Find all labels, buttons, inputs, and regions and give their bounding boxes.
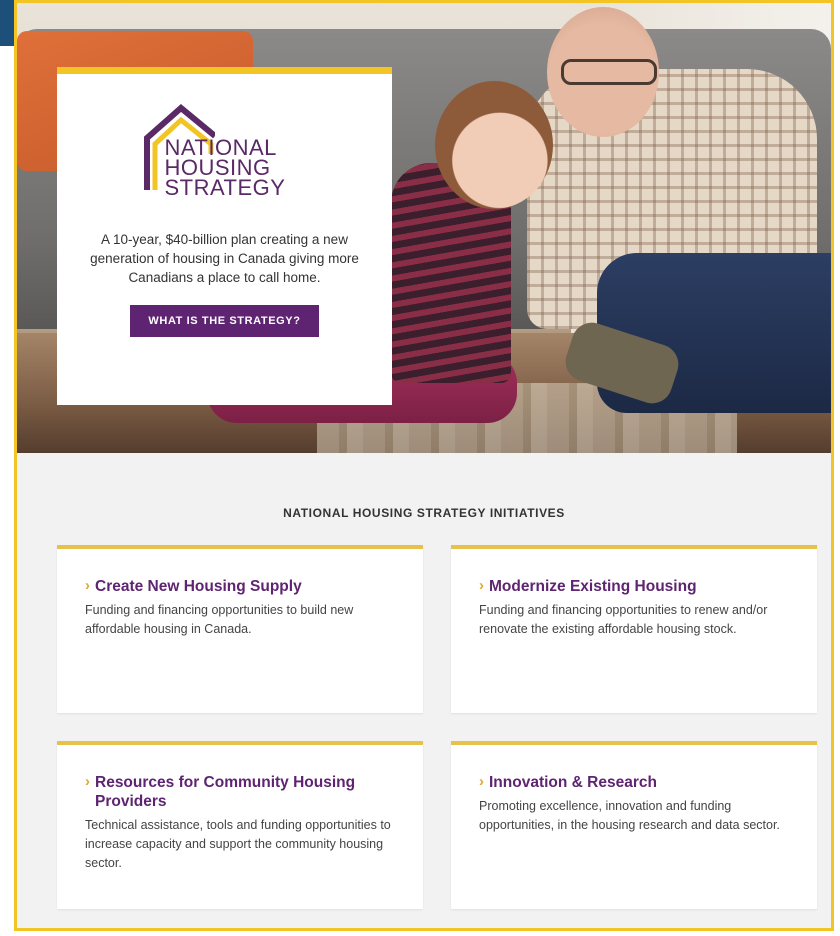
national-housing-strategy-logo[interactable]: NATIONAL HOUSING STRATEGY [135,98,315,214]
card-description: Promoting excellence, innovation and fun… [479,799,780,832]
card-description: Funding and financing opportunities to b… [85,603,354,636]
chevron-right-icon: › [85,773,90,790]
card-title-text: Innovation & Research [489,774,657,791]
logo-line-strategy: STRATEGY [164,175,286,200]
card-title-text: Resources for Community Housing Provider… [95,774,356,810]
section-title: NATIONAL HOUSING STRATEGY INITIATIVES [283,506,565,520]
hero-description: A 10-year, $40-billion plan creating a n… [90,232,359,285]
hero-glasses [561,59,657,85]
card-title[interactable]: › Resources for Community Housing Provid… [85,773,395,811]
chevron-right-icon: › [479,577,484,594]
page-frame: NATIONAL HOUSING STRATEGY A 10-year, $40… [14,0,834,931]
card-description: Technical assistance, tools and funding … [85,818,391,870]
initiative-card-create-new-housing-supply[interactable]: › Create New Housing Supply Funding and … [57,545,423,713]
chevron-right-icon: › [479,773,484,790]
card-title-text: Modernize Existing Housing [489,578,697,595]
initiative-card-innovation-research[interactable]: › Innovation & Research Promoting excell… [451,741,817,909]
initiative-card-resources-community-housing[interactable]: › Resources for Community Housing Provid… [57,741,423,909]
what-is-the-strategy-button[interactable]: WHAT IS THE STRATEGY? [130,305,319,337]
hero-card: NATIONAL HOUSING STRATEGY A 10-year, $40… [57,67,392,405]
hero-girl-head [435,81,553,209]
chevron-right-icon: › [85,577,90,594]
card-title[interactable]: › Modernize Existing Housing [479,577,789,596]
card-title-text: Create New Housing Supply [95,578,302,595]
card-title[interactable]: › Innovation & Research [479,773,789,792]
initiative-card-modernize-existing-housing[interactable]: › Modernize Existing Housing Funding and… [451,545,817,713]
card-description: Funding and financing opportunities to r… [479,603,768,636]
card-title[interactable]: › Create New Housing Supply [85,577,395,596]
logo-text: NATIONAL HOUSING STRATEGY [164,137,286,200]
hero-banner: NATIONAL HOUSING STRATEGY A 10-year, $40… [17,3,831,453]
